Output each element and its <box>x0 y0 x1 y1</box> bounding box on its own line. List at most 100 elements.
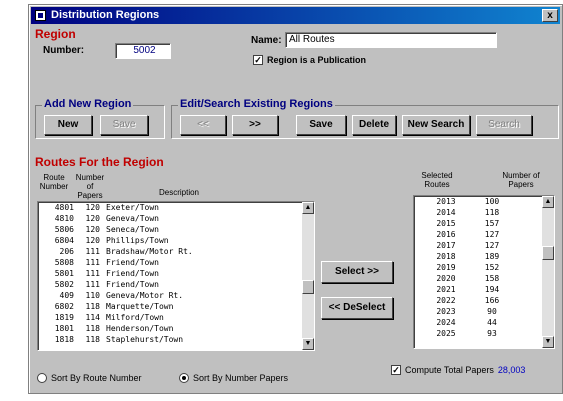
route-number-cell: 5802 <box>54 280 74 289</box>
publication-checkbox[interactable]: ✓ Region is a Publication <box>253 55 366 65</box>
papers-cell: 120 <box>85 236 100 245</box>
scroll-down-icon[interactable]: ▼ <box>302 338 314 350</box>
selected-route-cell: 2022 <box>436 296 456 305</box>
add-region-group-title: Add New Region <box>42 98 134 110</box>
table-row[interactable]: 2024 44 <box>420 317 554 328</box>
papers-cell: 111 <box>85 247 100 256</box>
col-description: Description <box>158 188 199 197</box>
add-save-button[interactable]: Save <box>100 115 148 135</box>
routes-listbox[interactable]: 4801 120 Exeter/Town 4810 120 Geneva/Town 5806… <box>37 201 315 351</box>
edit-save-button[interactable]: Save <box>296 115 346 135</box>
table-row[interactable]: 2019 152 <box>420 262 554 273</box>
radio-icon <box>37 373 47 383</box>
table-row[interactable]: 5806 120 Seneca/Town <box>38 224 314 235</box>
new-button[interactable]: New <box>44 115 92 135</box>
selected-route-cell: 2013 <box>436 197 456 206</box>
table-row[interactable]: 6804 120 Phillips/Town <box>38 235 314 246</box>
papers-cell: 120 <box>85 203 100 212</box>
region-number-field[interactable]: 5002 <box>115 43 171 59</box>
col-route-number: Route Number <box>39 173 69 191</box>
description-cell: Marquette/Town <box>106 302 174 311</box>
scroll-thumb[interactable] <box>302 280 314 294</box>
distribution-regions-window: Distribution Regions x Region Number: 50… <box>28 4 563 394</box>
publication-checkbox-label: Region is a Publication <box>267 55 367 65</box>
selected-routes-listbox[interactable]: 2013 100 2014 118 2015 157 2016 127 2017 127 2018 1… <box>413 195 555 349</box>
description-cell: Geneva/Motor Rt. <box>106 291 184 300</box>
table-row[interactable]: 206 111 Bradshaw/Motor Rt. <box>38 246 314 257</box>
total-papers-value: 28,003 <box>497 365 526 375</box>
papers-cell: 111 <box>85 269 100 278</box>
table-row[interactable]: 2018 189 <box>420 251 554 262</box>
search-button[interactable]: Search <box>476 115 532 135</box>
scroll-down-icon[interactable]: ▼ <box>542 336 554 348</box>
route-number-cell: 6802 <box>54 302 74 311</box>
table-row[interactable]: 1818 118 Staplehurst/Town <box>38 334 314 345</box>
window-title: Distribution Regions <box>51 9 160 21</box>
selected-papers-cell: 100 <box>484 197 500 206</box>
selected-scrollbar[interactable]: ▲ ▼ <box>542 196 554 348</box>
selected-papers-cell: 44 <box>487 318 497 327</box>
papers-cell: 111 <box>85 258 100 267</box>
description-cell: Phillips/Town <box>106 236 169 245</box>
table-row[interactable]: 2013 100 <box>420 196 554 207</box>
col-number-papers: Number of Papers <box>75 173 105 200</box>
table-row[interactable]: 2021 194 <box>420 284 554 295</box>
scroll-thumb[interactable] <box>542 246 554 260</box>
sort-by-route-radio[interactable]: Sort By Route Number <box>37 373 142 383</box>
selected-route-cell: 2015 <box>436 219 456 228</box>
next-button[interactable]: >> <box>232 115 278 135</box>
routes-scrollbar[interactable]: ▲ ▼ <box>302 202 314 350</box>
selected-route-cell: 2014 <box>436 208 456 217</box>
table-row[interactable]: 6802 118 Marquette/Town <box>38 301 314 312</box>
close-button[interactable]: x <box>542 9 558 22</box>
scroll-up-icon[interactable]: ▲ <box>302 202 314 214</box>
selected-papers-cell: 158 <box>484 274 500 283</box>
window-icon <box>35 10 46 21</box>
table-row[interactable]: 2016 127 <box>420 229 554 240</box>
selected-route-cell: 2024 <box>436 318 456 327</box>
table-row[interactable]: 2017 127 <box>420 240 554 251</box>
table-row[interactable]: 2014 118 <box>420 207 554 218</box>
selected-route-cell: 2025 <box>436 329 456 338</box>
table-row[interactable]: 5808 111 Friend/Town <box>38 257 314 268</box>
table-row[interactable]: 5802 111 Friend/Town <box>38 279 314 290</box>
table-row[interactable]: 2023 90 <box>420 306 554 317</box>
selected-papers-cell: 166 <box>484 296 500 305</box>
selected-papers-cell: 194 <box>484 285 500 294</box>
new-search-button[interactable]: New Search <box>402 115 470 135</box>
description-cell: Bradshaw/Motor Rt. <box>106 247 193 256</box>
papers-cell: 118 <box>85 302 100 311</box>
delete-button[interactable]: Delete <box>352 115 396 135</box>
table-row[interactable]: 4810 120 Geneva/Town <box>38 213 314 224</box>
table-row[interactable]: 2025 93 <box>420 328 554 339</box>
region-number-label: Number: <box>43 45 85 56</box>
previous-button[interactable]: << <box>180 115 226 135</box>
select-button[interactable]: Select >> <box>321 261 393 283</box>
compute-total-checkbox[interactable]: ✓ Compute Total Papers 28,003 <box>391 365 525 375</box>
papers-cell: 114 <box>85 313 100 322</box>
table-row[interactable]: 409 110 Geneva/Motor Rt. <box>38 290 314 301</box>
radio-selected-icon <box>179 373 189 383</box>
sort-by-papers-radio[interactable]: Sort By Number Papers <box>179 373 288 383</box>
route-number-cell: 5806 <box>54 225 74 234</box>
table-row[interactable]: 4801 120 Exeter/Town <box>38 202 314 213</box>
route-number-cell: 206 <box>59 247 74 256</box>
scroll-up-icon[interactable]: ▲ <box>542 196 554 208</box>
region-name-field[interactable]: All Routes <box>285 32 497 48</box>
selected-papers-cell: 127 <box>484 230 500 239</box>
description-cell: Friend/Town <box>106 280 159 289</box>
description-cell: Exeter/Town <box>106 203 159 212</box>
table-row[interactable]: 2020 158 <box>420 273 554 284</box>
region-name-label: Name: <box>251 35 282 46</box>
table-row[interactable]: 5801 111 Friend/Town <box>38 268 314 279</box>
table-row[interactable]: 1801 118 Henderson/Town <box>38 323 314 334</box>
region-heading: Region <box>35 27 76 41</box>
selected-papers-cell: 152 <box>484 263 500 272</box>
table-row[interactable]: 2022 166 <box>420 295 554 306</box>
deselect-button[interactable]: << DeSelect <box>321 297 393 319</box>
description-cell: Milford/Town <box>106 313 164 322</box>
table-row[interactable]: 1819 114 Milford/Town <box>38 312 314 323</box>
papers-cell: 118 <box>85 324 100 333</box>
checkmark-icon: ✓ <box>253 55 263 65</box>
table-row[interactable]: 2015 157 <box>420 218 554 229</box>
